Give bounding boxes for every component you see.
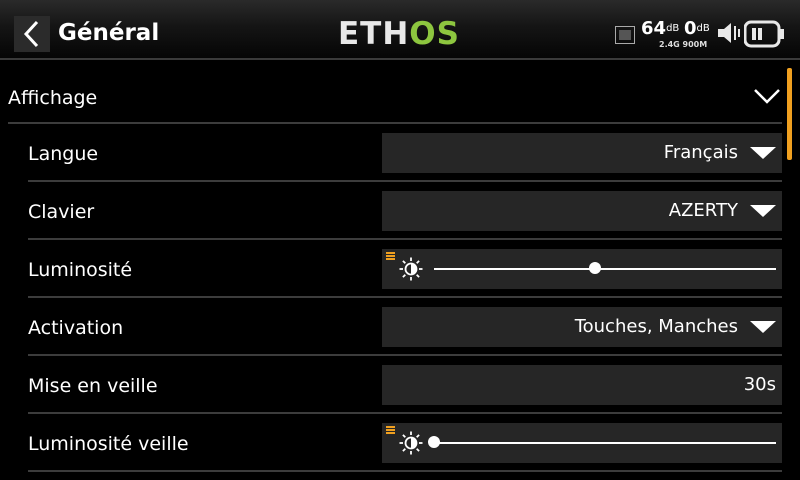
speaker-icon[interactable]	[716, 20, 742, 46]
menu-icon	[386, 252, 395, 261]
top-bar: Général ETHOS 64dB 0dB 2.4G 900M	[0, 0, 800, 60]
setting-label: Langue	[28, 143, 99, 165]
language-dropdown[interactable]: Français	[382, 133, 782, 173]
section-affichage[interactable]: Affichage	[8, 76, 784, 122]
divider	[28, 238, 782, 240]
setting-label: Clavier	[28, 201, 95, 223]
ethos-logo: ETHOS	[338, 16, 460, 52]
setting-row-langue: Langue Français	[28, 125, 782, 182]
slider-knob[interactable]	[588, 262, 601, 274]
rf-module-icon[interactable]	[615, 26, 635, 44]
setting-label: Luminosité veille	[28, 433, 189, 455]
slider-knob[interactable]	[428, 436, 440, 448]
brightness-slider[interactable]	[382, 249, 782, 289]
scrollbar[interactable]	[787, 68, 792, 160]
divider	[28, 470, 782, 472]
divider	[28, 354, 782, 356]
setting-row-luminosite: Luminosité	[28, 241, 782, 298]
back-button[interactable]	[14, 16, 50, 52]
band-label: 2.4G 900M	[659, 40, 708, 49]
section-label: Affichage	[8, 87, 98, 109]
sleep-timeout-field[interactable]: 30s	[382, 365, 782, 405]
sleep-brightness-slider[interactable]	[382, 423, 782, 463]
setting-label: Luminosité	[28, 259, 133, 281]
rssi-24-value: 64dB	[641, 18, 680, 39]
setting-row-luminosite-veille: Luminosité veille	[28, 415, 782, 472]
brightness-icon	[399, 257, 423, 281]
rssi-900-value: 0dB	[684, 18, 710, 39]
chevron-down-icon[interactable]	[754, 88, 780, 104]
setting-row-mise-en-veille: Mise en veille 30s	[28, 357, 782, 414]
setting-label: Mise en veille	[28, 375, 158, 397]
slider-track[interactable]	[434, 268, 776, 270]
battery-icon	[744, 20, 784, 48]
divider	[8, 122, 782, 124]
divider	[28, 180, 782, 182]
caret-down-icon	[750, 205, 776, 217]
dropdown-value: AZERTY	[668, 200, 738, 221]
divider	[28, 412, 782, 414]
activation-dropdown[interactable]: Touches, Manches	[382, 307, 782, 347]
dropdown-value: Touches, Manches	[574, 316, 738, 337]
keyboard-dropdown[interactable]: AZERTY	[382, 191, 782, 231]
dropdown-value: Français	[663, 142, 738, 163]
brightness-icon	[399, 431, 423, 455]
menu-icon	[386, 426, 395, 435]
caret-down-icon	[750, 321, 776, 333]
page-title: Général	[58, 20, 160, 46]
setting-row-activation: Activation Touches, Manches	[28, 299, 782, 356]
number-value: 30s	[743, 374, 776, 395]
caret-down-icon	[750, 147, 776, 159]
back-arrow-icon	[23, 20, 39, 48]
divider	[28, 296, 782, 298]
slider-track[interactable]	[434, 442, 776, 444]
setting-label: Activation	[28, 317, 124, 339]
setting-row-clavier: Clavier AZERTY	[28, 183, 782, 240]
